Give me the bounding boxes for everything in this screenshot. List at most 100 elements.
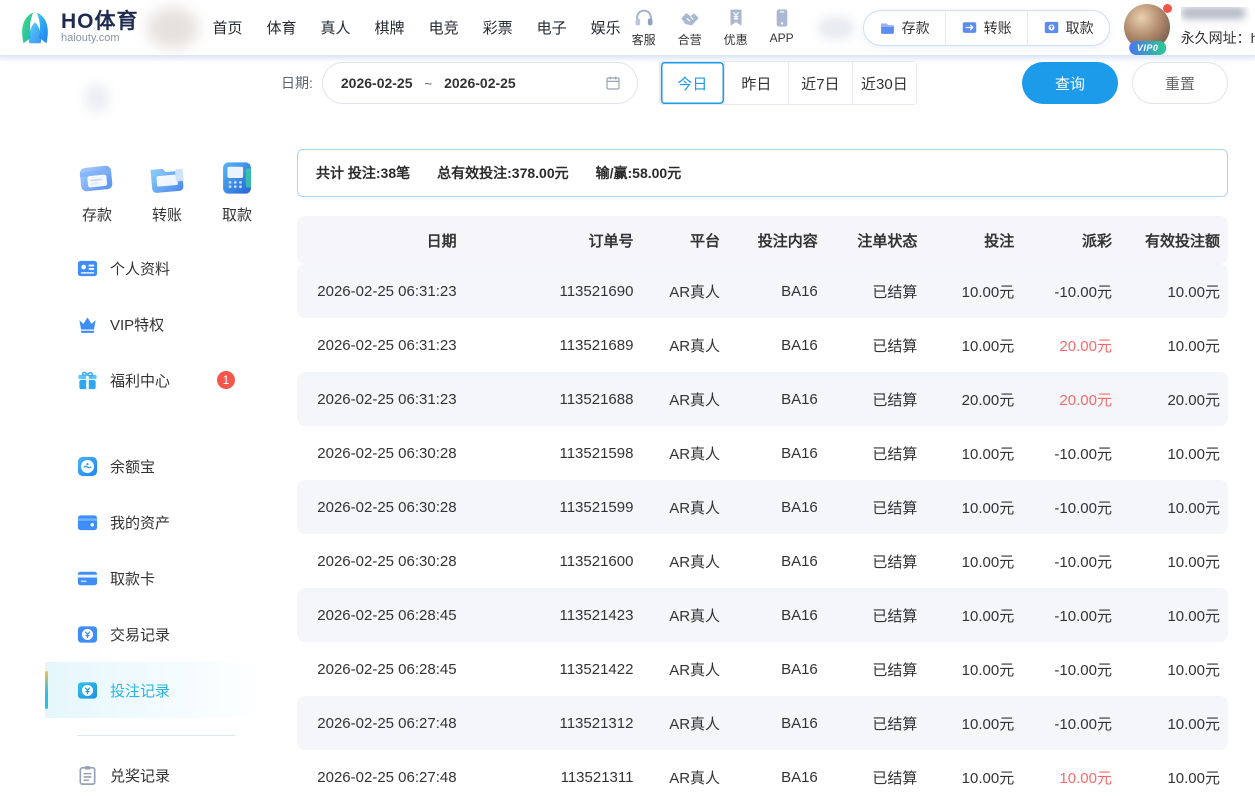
cell-date: 2026-02-25 06:31:23 [297, 372, 465, 426]
redeem-icon [76, 764, 99, 787]
user-avatar-wrap[interactable]: VIP0 [1124, 4, 1172, 52]
sidebar-quick-action[interactable]: 存款 [72, 158, 122, 225]
sidebar-menu-item[interactable]: 投注记录 [45, 662, 265, 718]
brand-text: HO体育 haiouty.com [61, 11, 139, 45]
table-header-row: 日期 订单号 平台 投注内容 注单状态 投注 派彩 有效投注额 [297, 216, 1228, 264]
range-button[interactable]: 今日 [660, 62, 724, 104]
wallet-action[interactable]: 转账 [945, 11, 1027, 45]
date-from[interactable]: 2026-02-25 [341, 75, 413, 91]
cell-date: 2026-02-25 06:30:28 [297, 426, 465, 480]
search-button[interactable]: 查询 [1022, 62, 1118, 104]
wallet-action[interactable]: 存款 [864, 11, 945, 45]
utility-item[interactable]: 合营 [667, 7, 713, 48]
sidebar: 存款 转账 取款 [0, 55, 265, 798]
cell-bet: 10.00元 [925, 696, 1022, 750]
cell-valid: 10.00元 [1120, 588, 1228, 642]
reset-button[interactable]: 重置 [1132, 62, 1228, 104]
nav-item[interactable]: 首页 [213, 17, 243, 38]
promo-icon [725, 7, 747, 29]
table-row: 2026-02-25 06:31:23 113521689 AR真人 BA16 … [297, 318, 1228, 372]
wallet-pill: 存款 转账 取款 [863, 10, 1110, 46]
cell-content: BA16 [728, 372, 826, 426]
date-range-input[interactable]: 2026-02-25 ~ 2026-02-25 [322, 62, 638, 104]
table-row: 2026-02-25 06:30:28 113521599 AR真人 BA16 … [297, 480, 1228, 534]
cell-order: 113521312 [465, 696, 642, 750]
sidebar-menu-item[interactable]: 我的资产 [45, 494, 265, 550]
nav-item[interactable]: 体育 [267, 17, 297, 38]
cell-platform: AR真人 [641, 318, 728, 372]
cell-order: 113521311 [465, 750, 642, 798]
calendar-icon[interactable] [605, 75, 621, 91]
yuebao-icon [76, 455, 99, 478]
wallet-action[interactable]: 取款 [1027, 11, 1109, 45]
table-row: 2026-02-25 06:30:28 113521598 AR真人 BA16 … [297, 426, 1228, 480]
cell-valid: 10.00元 [1120, 426, 1228, 480]
notification-badge: 1 [217, 371, 235, 389]
partner-icon [679, 7, 701, 29]
nav-item[interactable]: 娱乐 [591, 17, 621, 38]
col-header-content: 投注内容 [728, 216, 826, 264]
cell-content: BA16 [728, 750, 826, 798]
brand[interactable]: HO体育 haiouty.com [16, 9, 139, 47]
range-button[interactable]: 近30日 [852, 62, 916, 104]
cell-date: 2026-02-25 06:30:28 [297, 480, 465, 534]
main-nav: 首页 体育 真人 棋牌 电竞 彩票 电子 娱乐 [213, 17, 621, 38]
site-url: 永久网址：haio [1181, 28, 1255, 48]
utility-item[interactable]: APP [759, 7, 805, 48]
sidebar-menu-item[interactable]: 交易记录 [45, 606, 265, 662]
table-row: 2026-02-25 06:27:48 113521312 AR真人 BA16 … [297, 696, 1228, 750]
account-info: 永久网址：haio [1181, 7, 1255, 48]
nav-item[interactable]: 彩票 [483, 17, 513, 38]
col-header-order: 订单号 [465, 216, 642, 264]
sidebar-quick-actions: 存款 转账 取款 [72, 158, 262, 225]
cell-valid: 10.00元 [1120, 264, 1228, 318]
cell-status: 已结算 [826, 696, 926, 750]
sidebar-menu-item[interactable]: 个人资料 [45, 240, 265, 296]
blurred-region [147, 7, 199, 49]
cell-platform: AR真人 [641, 480, 728, 534]
withdraw-icon [1043, 19, 1060, 36]
date-label: 日期: [281, 73, 313, 93]
sidebar-quick-action[interactable]: 转账 [142, 158, 192, 225]
utility-item[interactable]: 客服 [621, 7, 667, 48]
table-row: 2026-02-25 06:28:45 113521423 AR真人 BA16 … [297, 588, 1228, 642]
cell-payout: -10.00元 [1022, 696, 1120, 750]
range-button[interactable]: 近7日 [788, 62, 852, 104]
utility-item[interactable]: 优惠 [713, 7, 759, 48]
bet-records-table: 日期 订单号 平台 投注内容 注单状态 投注 派彩 有效投注额 2026-02- [297, 216, 1228, 798]
col-header-status: 注单状态 [826, 216, 926, 264]
sidebar-menu-item[interactable]: VIP特权 [45, 296, 265, 352]
sidebar-menu-item[interactable]: 兑奖记录 [45, 747, 265, 798]
sidebar-quick-action[interactable]: 取款 [212, 158, 262, 225]
cell-order: 113521600 [465, 534, 642, 588]
cell-bet: 10.00元 [925, 642, 1022, 696]
cell-status: 已结算 [826, 264, 926, 318]
date-to[interactable]: 2026-02-25 [444, 75, 516, 91]
cell-order: 113521690 [465, 264, 642, 318]
gift-icon [76, 369, 99, 392]
range-button[interactable]: 昨日 [724, 62, 788, 104]
app-root: HO体育 haiouty.com 首页 体育 真人 棋牌 电竞 彩票 电子 娱乐 客服 合营 [0, 0, 1255, 798]
sidebar-menu-item[interactable]: 福利中心 1 [45, 352, 265, 408]
nav-item[interactable]: 电子 [537, 17, 567, 38]
cell-valid: 10.00元 [1120, 750, 1228, 798]
crown-icon [76, 313, 99, 336]
cell-bet: 10.00元 [925, 426, 1022, 480]
sidebar-menu-item[interactable]: 取款卡 [45, 550, 265, 606]
transaction-icon [76, 623, 99, 646]
bank-card-icon [76, 567, 99, 590]
nav-item[interactable]: 棋牌 [375, 17, 405, 38]
nav-item[interactable]: 真人 [321, 17, 351, 38]
cell-content: BA16 [728, 534, 826, 588]
cell-bet: 10.00元 [925, 264, 1022, 318]
cell-platform: AR真人 [641, 534, 728, 588]
sidebar-menu-item[interactable]: 余额宝 [45, 438, 265, 494]
table-row: 2026-02-25 06:28:45 113521422 AR真人 BA16 … [297, 642, 1228, 696]
cell-payout: 20.00元 [1022, 372, 1120, 426]
cell-payout: 20.00元 [1022, 318, 1120, 372]
page-layout: 存款 转账 取款 [0, 55, 1255, 798]
cell-status: 已结算 [826, 318, 926, 372]
cell-payout: -10.00元 [1022, 264, 1120, 318]
cell-order: 113521422 [465, 642, 642, 696]
nav-item[interactable]: 电竞 [429, 17, 459, 38]
